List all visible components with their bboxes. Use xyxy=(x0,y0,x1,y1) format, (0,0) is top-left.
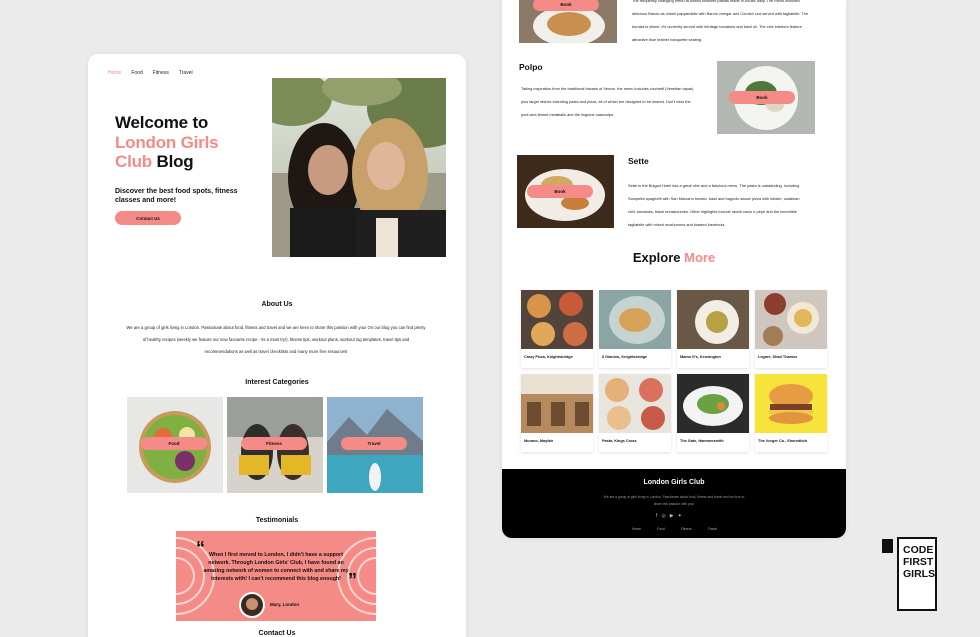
sette-text: Sette in the Bulgari Hotel has a great v… xyxy=(628,183,800,227)
polpo-photo: Book xyxy=(717,61,815,134)
category-travel-card[interactable]: Travel xyxy=(327,397,423,493)
footer-nav-travel[interactable]: Travel xyxy=(708,527,717,531)
footer-nav-fitness[interactable]: Fitness xyxy=(681,527,692,531)
category-fitness-card[interactable]: Fitness xyxy=(227,397,323,493)
restaurant-card[interactable]: Murano, Mayfair xyxy=(521,374,593,452)
nav-home[interactable]: Home xyxy=(108,70,121,76)
sette-title: Sette xyxy=(628,156,649,166)
polpo-title: Polpo xyxy=(519,62,543,72)
site-footer: London Girls Club We are a group of girl… xyxy=(502,469,846,538)
categories-title: Interest Categories xyxy=(245,379,309,386)
footer-nav: Home Food Fitness Travel xyxy=(632,527,717,531)
testimonial-card: “ When I first moved to London, I didn't… xyxy=(176,531,376,621)
code-first-girls-logo: CODE FIRST GIRLS xyxy=(882,537,938,611)
footer-social-links: f ◎ ▶ ✦ xyxy=(656,513,682,519)
top-restaurant-photo: Book xyxy=(519,0,617,43)
sette-book-button[interactable]: Book xyxy=(527,185,593,198)
hero-subtitle: Discover the best food spots, fitness cl… xyxy=(115,188,238,204)
polpo-text: Taking inspiration from the traditional … xyxy=(521,86,694,117)
sette-photo: Book xyxy=(517,155,614,228)
instagram-icon[interactable]: ◎ xyxy=(661,513,665,519)
testimonial-quote: When I first moved to London, I didn't h… xyxy=(203,552,349,582)
top-restaurant-text: The frequently changing menu at Barolo f… xyxy=(632,0,809,42)
category-food-card[interactable]: Food xyxy=(127,397,223,493)
restaurant-card[interactable]: Pasta, Kings Cross xyxy=(599,374,671,452)
nav-food[interactable]: Food xyxy=(131,70,142,76)
footer-nav-home[interactable]: Home xyxy=(632,527,641,531)
nav-travel[interactable]: Travel xyxy=(179,70,193,76)
testimonials-title: Testimonials xyxy=(255,517,299,524)
restaurant-card[interactable]: Crazy Pizza, Knightsbridge xyxy=(521,290,593,368)
main-nav: Home Food Fitness Travel xyxy=(108,70,193,76)
svg-text:GIRLS: GIRLS xyxy=(903,568,935,580)
about-text: We are a group of girls living in London… xyxy=(126,325,426,354)
avatar xyxy=(239,592,265,618)
hero-title: Welcome to London Girls Club Blog xyxy=(115,113,219,171)
blog-homepage-mockup: Home Food Fitness Travel Welcome to Lond… xyxy=(88,54,466,637)
top-book-button[interactable]: Book xyxy=(533,0,599,11)
youtube-icon[interactable]: ▶ xyxy=(670,513,674,519)
hero-photo xyxy=(272,78,446,257)
facebook-icon[interactable]: f xyxy=(656,513,657,519)
restaurant-card[interactable]: The Vurger Co., Shoreditch xyxy=(755,374,827,452)
twitter-icon[interactable]: ✦ xyxy=(678,513,682,519)
restaurant-card[interactable]: Mama G's, Kensington xyxy=(677,290,749,368)
food-page-mockup: Book The frequently changing menu at Bar… xyxy=(502,0,846,538)
contact-title: Contact Us xyxy=(258,630,296,637)
explore-title: Explore More xyxy=(632,250,716,265)
category-travel-button[interactable]: Travel xyxy=(341,437,407,450)
nav-fitness[interactable]: Fitness xyxy=(153,70,169,76)
quote-close-icon: ” xyxy=(348,570,357,590)
svg-text:CODE: CODE xyxy=(903,544,933,556)
footer-title: London Girls Club xyxy=(643,479,705,486)
svg-text:FIRST: FIRST xyxy=(903,556,934,568)
testimonial-author: Mary, London xyxy=(270,602,300,607)
footer-text: We are a group of girls living in London… xyxy=(603,495,745,506)
footer-nav-food[interactable]: Food xyxy=(657,527,665,531)
category-food-button[interactable]: Food xyxy=(141,437,207,450)
restaurant-card[interactable]: The Gate, Hammersmith xyxy=(677,374,749,452)
restaurant-card[interactable]: Il Gianino, Knightsbridge xyxy=(599,290,671,368)
restaurant-card[interactable]: Legare, Shad Thames xyxy=(755,290,827,368)
about-title: About Us xyxy=(261,301,293,308)
polpo-book-button[interactable]: Book xyxy=(729,91,795,104)
contact-us-button[interactable]: Contact Us xyxy=(115,211,181,225)
category-fitness-button[interactable]: Fitness xyxy=(241,437,307,450)
